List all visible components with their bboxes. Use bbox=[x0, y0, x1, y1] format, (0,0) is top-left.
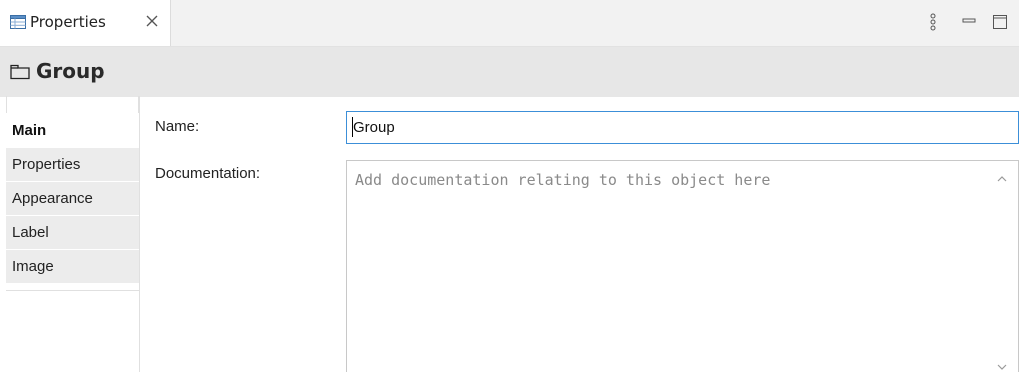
side-tabs-border bbox=[139, 96, 140, 372]
minimize-icon[interactable] bbox=[960, 13, 978, 31]
side-tab-properties[interactable]: Properties bbox=[6, 148, 139, 182]
side-tabs-divider bbox=[6, 290, 139, 291]
properties-header: Group bbox=[0, 47, 1019, 97]
close-icon[interactable] bbox=[144, 13, 160, 29]
side-tab-list: Main Properties Appearance Label Image bbox=[6, 114, 139, 290]
side-tab-appearance[interactable]: Appearance bbox=[6, 182, 139, 216]
documentation-label: Documentation: bbox=[155, 165, 261, 182]
side-tabs-top-spacer bbox=[6, 96, 139, 113]
side-tab-main[interactable]: Main bbox=[6, 114, 139, 148]
page-title: Group bbox=[36, 59, 105, 83]
documentation-field[interactable]: Add documentation relating to this objec… bbox=[346, 160, 1019, 372]
view-menu-icon[interactable] bbox=[924, 13, 942, 31]
name-input[interactable]: Group bbox=[346, 111, 1019, 144]
view-tab-strip: Properties bbox=[0, 0, 1019, 47]
text-caret bbox=[352, 117, 353, 137]
scroll-down-icon[interactable] bbox=[996, 363, 1008, 371]
scroll-up-icon[interactable] bbox=[996, 175, 1008, 183]
tab-label: Properties bbox=[30, 13, 106, 31]
maximize-icon[interactable] bbox=[991, 13, 1009, 31]
properties-table-icon bbox=[10, 15, 26, 29]
documentation-placeholder: Add documentation relating to this objec… bbox=[355, 171, 771, 189]
side-tab-image[interactable]: Image bbox=[6, 250, 139, 284]
group-folder-icon bbox=[10, 64, 30, 80]
name-label: Name: bbox=[155, 118, 200, 135]
side-tab-label[interactable]: Label bbox=[6, 216, 139, 250]
tab-properties[interactable]: Properties bbox=[0, 0, 171, 46]
